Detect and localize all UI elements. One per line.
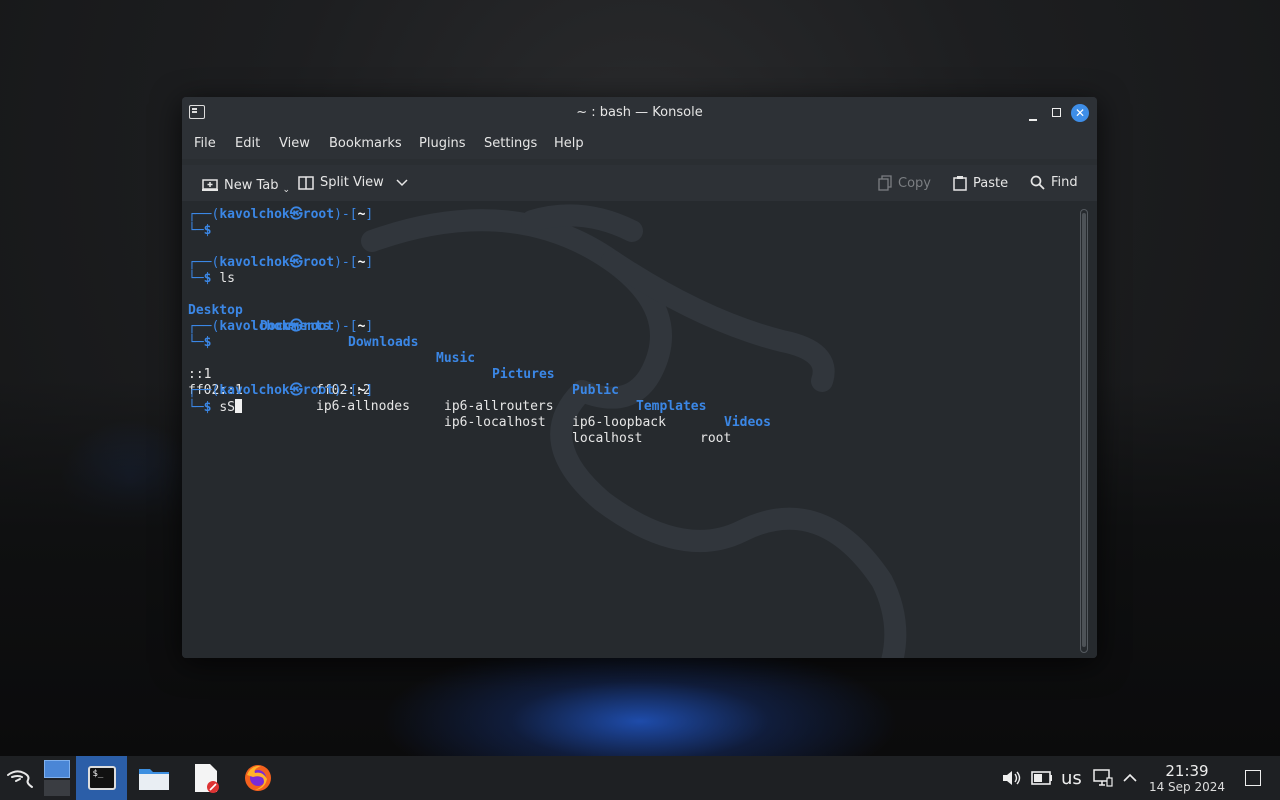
close-icon: ✕ xyxy=(1074,106,1086,120)
new-tab-icon xyxy=(202,179,218,191)
split-view-button[interactable]: Split View xyxy=(298,175,408,190)
volume-icon[interactable] xyxy=(1001,756,1021,800)
command-ls: ls xyxy=(219,271,235,286)
scrollbar-thumb[interactable] xyxy=(1082,213,1086,647)
maximize-icon xyxy=(1051,108,1061,117)
find-button[interactable]: Find xyxy=(1030,175,1078,190)
menu-plugins[interactable]: Plugins xyxy=(419,136,466,151)
title-bar[interactable]: ~ : bash — Konsole ✕ xyxy=(182,97,1097,129)
output-cell: localhost xyxy=(572,431,643,446)
close-button[interactable]: ✕ xyxy=(1071,104,1089,122)
taskbar-firefox[interactable] xyxy=(234,756,282,800)
copy-icon xyxy=(878,175,892,191)
chevron-up-icon[interactable] xyxy=(1123,756,1137,800)
menu-help[interactable]: Help xyxy=(554,136,584,151)
taskbar-text-editor[interactable] xyxy=(182,756,230,800)
text-editor-icon xyxy=(195,764,219,793)
konsole-window: ~ : bash — Konsole ✕ File Edit View Book… xyxy=(182,97,1097,658)
desktop-pager[interactable] xyxy=(42,756,72,800)
kali-dragon-icon xyxy=(7,770,33,788)
output-cell: root xyxy=(700,431,732,446)
prompt-input-3: └─$ xyxy=(188,335,212,350)
paste-label: Paste xyxy=(973,175,1009,191)
keyboard-layout-indicator[interactable]: us xyxy=(1061,756,1082,800)
prompt-line-1: ┌──(kavolchok㉿root)-[~] xyxy=(188,207,374,222)
virtual-desktops-icon xyxy=(44,760,70,796)
hosts-output-row-2: ff02::1 ip6-allnodes ip6-localhost local… xyxy=(188,367,1088,446)
taskbar: $_ us 21:39 14 Sep 2024 xyxy=(0,756,1280,800)
output-cell: ip6-localhost xyxy=(444,415,546,430)
chevron-down-icon xyxy=(396,178,408,186)
split-view-label: Split View xyxy=(320,175,384,190)
clock-time[interactable]: 21:39 xyxy=(1150,762,1224,780)
window-title: ~ : bash — Konsole xyxy=(576,105,703,120)
minimize-button[interactable] xyxy=(1025,105,1041,121)
dir-public: Public xyxy=(572,383,619,398)
new-tab-label: New Tab xyxy=(224,177,279,193)
menu-bookmarks[interactable]: Bookmarks xyxy=(329,136,402,151)
prompt-line-3: ┌──(kavolchok㉿root)-[~] xyxy=(188,319,374,334)
find-label: Find xyxy=(1051,175,1078,190)
text-cursor xyxy=(234,399,242,413)
search-icon xyxy=(1030,175,1045,190)
prompt-input-4[interactable]: └─$ sS xyxy=(188,399,242,415)
output-cell: ip6-allnodes xyxy=(316,399,410,414)
battery-icon[interactable] xyxy=(1031,756,1053,800)
dir-templates: Templates xyxy=(636,399,707,414)
ls-output: Desktop Documents Downloads Music Pictur… xyxy=(188,287,1088,430)
network-icon[interactable] xyxy=(1093,756,1113,800)
current-command-input: sS xyxy=(219,400,235,415)
split-view-icon xyxy=(298,175,314,190)
output-cell: ip6-allrouters xyxy=(444,399,554,414)
maximize-button[interactable] xyxy=(1048,105,1064,121)
dir-desktop: Desktop xyxy=(188,303,243,318)
dir-videos: Videos xyxy=(724,415,771,430)
clock-date[interactable]: 14 Sep 2024 xyxy=(1145,780,1229,794)
menu-file[interactable]: File xyxy=(194,136,216,151)
dir-downloads: Downloads xyxy=(348,335,419,350)
prompt-input-2: └─$ ls xyxy=(188,271,235,286)
menu-bar: File Edit View Bookmarks Plugins Setting… xyxy=(182,129,1097,159)
paste-button[interactable]: Paste xyxy=(953,175,1008,191)
prompt-line-4: ┌──(kavolchok㉿root)-[~] xyxy=(188,383,374,398)
hosts-output-row-1: ::1 ff02::2 ip6-allrouters ip6-loopback … xyxy=(188,351,1088,446)
new-tab-button[interactable]: New Tab ⌄ xyxy=(202,175,290,195)
application-launcher-button[interactable] xyxy=(0,756,42,800)
menu-settings[interactable]: Settings xyxy=(484,136,537,151)
output-cell: ip6-loopback xyxy=(572,415,666,430)
folder-icon xyxy=(139,769,169,790)
taskbar-file-manager[interactable] xyxy=(130,756,178,800)
paste-icon xyxy=(953,176,967,191)
minimize-icon xyxy=(1029,119,1037,121)
show-desktop-icon[interactable] xyxy=(1245,756,1261,800)
prompt-line-2: ┌──(kavolchok㉿root)-[~] xyxy=(188,255,374,270)
copy-label: Copy xyxy=(898,175,931,191)
firefox-icon xyxy=(245,765,271,791)
taskbar-konsole[interactable]: $_ xyxy=(76,756,127,800)
new-tab-dropdown-icon: ⌄ xyxy=(282,185,291,195)
terminal-view[interactable]: ┌──(kavolchok㉿root)-[~] └─$ ┌──(kavolcho… xyxy=(182,201,1097,658)
menu-view[interactable]: View xyxy=(279,136,310,151)
copy-button[interactable]: Copy xyxy=(878,175,931,191)
terminal-icon: $_ xyxy=(87,766,116,790)
prompt-input-1: └─$ xyxy=(188,223,212,238)
menu-edit[interactable]: Edit xyxy=(235,136,260,151)
toolbar: New Tab ⌄ Split View Copy Paste Find xyxy=(182,165,1097,201)
